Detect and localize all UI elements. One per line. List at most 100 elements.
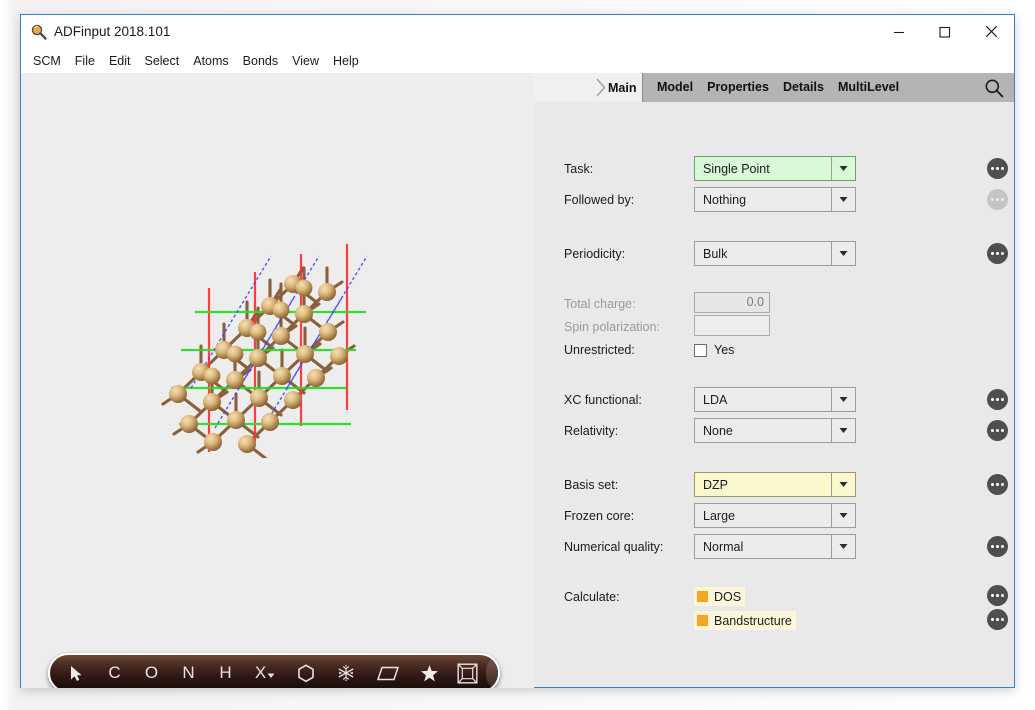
- menu-item-file[interactable]: File: [68, 52, 102, 70]
- chevron-down-icon[interactable]: [831, 419, 855, 442]
- chevron-down-icon[interactable]: [831, 242, 855, 265]
- tab-model[interactable]: Model: [650, 73, 700, 102]
- xc-functional-more-button[interactable]: [987, 389, 1008, 410]
- tab-list: Model Properties Details MultiLevel: [642, 73, 906, 102]
- label-basis-set: Basis set:: [564, 472, 618, 498]
- relativity-dropdown[interactable]: None: [694, 418, 856, 443]
- relativity-more-button[interactable]: [987, 420, 1008, 441]
- periodicity-value: Bulk: [695, 247, 831, 261]
- carbon-tool[interactable]: C: [96, 655, 133, 688]
- task-value: Single Point: [695, 162, 831, 176]
- adfinput-window: ADFinput 2018.101 SCM File Edit: [20, 14, 1015, 688]
- select-arrow-tool[interactable]: [56, 655, 96, 688]
- basis-set-dropdown[interactable]: DZP: [694, 472, 856, 497]
- chevron-down-icon[interactable]: [831, 473, 855, 496]
- periodic-crystal-lattice: [151, 228, 381, 458]
- label-frozen-core: Frozen core:: [564, 503, 634, 529]
- title-bar: ADFinput 2018.101: [21, 15, 1014, 49]
- tab-strip: BAND Main Model Properties Details Multi…: [534, 73, 1014, 102]
- window-body: C O N H X: [21, 73, 1014, 687]
- calculate-bandstructure-checkbox-group[interactable]: Bandstructure: [694, 611, 796, 630]
- unrestricted-checkbox-label: Yes: [714, 343, 734, 357]
- label-xc-functional: XC functional:: [564, 387, 642, 413]
- plane-tool[interactable]: [366, 655, 410, 688]
- label-periodicity: Periodicity:: [564, 241, 625, 267]
- bandstructure-checkbox[interactable]: [697, 615, 708, 626]
- basis-set-value: DZP: [695, 478, 831, 492]
- periodicity-dropdown[interactable]: Bulk: [694, 241, 856, 266]
- dos-more-button[interactable]: [987, 585, 1008, 606]
- settings-panel: BAND Main Model Properties Details Multi…: [534, 73, 1014, 687]
- chevron-down-icon[interactable]: [831, 388, 855, 411]
- followed-by-dropdown[interactable]: Nothing: [694, 187, 856, 212]
- nitrogen-tool[interactable]: N: [170, 655, 207, 688]
- periodicity-more-button[interactable]: [987, 243, 1008, 264]
- followed-by-value: Nothing: [695, 193, 831, 207]
- chevron-right-icon: [596, 78, 606, 102]
- unrestricted-checkbox-group[interactable]: Yes: [694, 337, 734, 363]
- menu-item-edit[interactable]: Edit: [102, 52, 138, 70]
- oxygen-tool[interactable]: O: [133, 655, 170, 688]
- chevron-down-icon[interactable]: [831, 504, 855, 527]
- unit-cell-tool[interactable]: [448, 655, 486, 688]
- app-screenshot: ADFinput 2018.101 SCM File Edit: [0, 0, 1035, 710]
- tab-properties[interactable]: Properties: [700, 73, 776, 102]
- xc-functional-value: LDA: [695, 393, 831, 407]
- numerical-quality-more-button[interactable]: [987, 536, 1008, 557]
- menu-item-atoms[interactable]: Atoms: [186, 52, 235, 70]
- chevron-down-icon[interactable]: [831, 157, 855, 180]
- search-icon[interactable]: [983, 77, 1005, 99]
- tab-main[interactable]: Main: [608, 73, 636, 102]
- menu-item-select[interactable]: Select: [137, 52, 186, 70]
- minimize-button[interactable]: [876, 15, 922, 48]
- magnifier-icon: [30, 23, 48, 41]
- chevron-down-icon[interactable]: [831, 535, 855, 558]
- chevron-down-icon[interactable]: [831, 188, 855, 211]
- frozen-core-dropdown[interactable]: Large: [694, 503, 856, 528]
- dos-checkbox[interactable]: [697, 591, 708, 602]
- label-calculate: Calculate:: [564, 584, 620, 610]
- maximize-button[interactable]: [922, 15, 968, 48]
- element-picker-tool[interactable]: X: [244, 655, 286, 688]
- bandstructure-more-button[interactable]: [987, 609, 1008, 630]
- molecule-toolbar-container: C O N H X: [48, 653, 508, 688]
- molecule-viewer[interactable]: C O N H X: [21, 73, 534, 688]
- menu-item-scm[interactable]: SCM: [26, 52, 68, 70]
- close-button[interactable]: [968, 15, 1014, 48]
- calculate-dos-checkbox-group[interactable]: DOS: [694, 587, 745, 606]
- program-badge-band[interactable]: BAND: [534, 73, 591, 102]
- menu-item-help[interactable]: Help: [326, 52, 366, 70]
- label-task: Task:: [564, 156, 593, 182]
- ring-tool[interactable]: [286, 655, 326, 688]
- tab-multilevel[interactable]: MultiLevel: [831, 73, 906, 102]
- lattice-tool[interactable]: [486, 655, 500, 688]
- star-icon[interactable]: [410, 655, 448, 688]
- task-more-button[interactable]: [987, 158, 1008, 179]
- frozen-core-value: Large: [695, 509, 831, 523]
- snowflake-icon[interactable]: [326, 655, 366, 688]
- window-title: ADFinput 2018.101: [54, 23, 170, 41]
- tab-details[interactable]: Details: [776, 73, 831, 102]
- menu-bar: SCM File Edit Select Atoms Bonds View He…: [21, 49, 1014, 73]
- main-form: Task: Single Point Followed by:: [534, 102, 1014, 687]
- dos-label: DOS: [714, 590, 741, 604]
- label-unrestricted: Unrestricted:: [564, 337, 635, 363]
- followed-by-more-button[interactable]: [987, 189, 1008, 210]
- menu-item-bonds[interactable]: Bonds: [236, 52, 285, 70]
- label-numerical-quality: Numerical quality:: [564, 534, 663, 560]
- basis-set-more-button[interactable]: [987, 474, 1008, 495]
- label-followed-by: Followed by:: [564, 187, 634, 213]
- molecule-toolbar: C O N H X: [48, 653, 500, 688]
- numerical-quality-dropdown[interactable]: Normal: [694, 534, 856, 559]
- total-charge-input[interactable]: 0.0: [694, 292, 770, 313]
- relativity-value: None: [695, 424, 831, 438]
- unrestricted-checkbox[interactable]: [694, 344, 707, 357]
- xc-functional-dropdown[interactable]: LDA: [694, 387, 856, 412]
- label-relativity: Relativity:: [564, 418, 618, 444]
- task-dropdown[interactable]: Single Point: [694, 156, 856, 181]
- bandstructure-label: Bandstructure: [714, 614, 792, 628]
- spin-polarization-input[interactable]: [694, 315, 770, 336]
- menu-item-view[interactable]: View: [285, 52, 326, 70]
- numerical-quality-value: Normal: [695, 540, 831, 554]
- hydrogen-tool[interactable]: H: [207, 655, 244, 688]
